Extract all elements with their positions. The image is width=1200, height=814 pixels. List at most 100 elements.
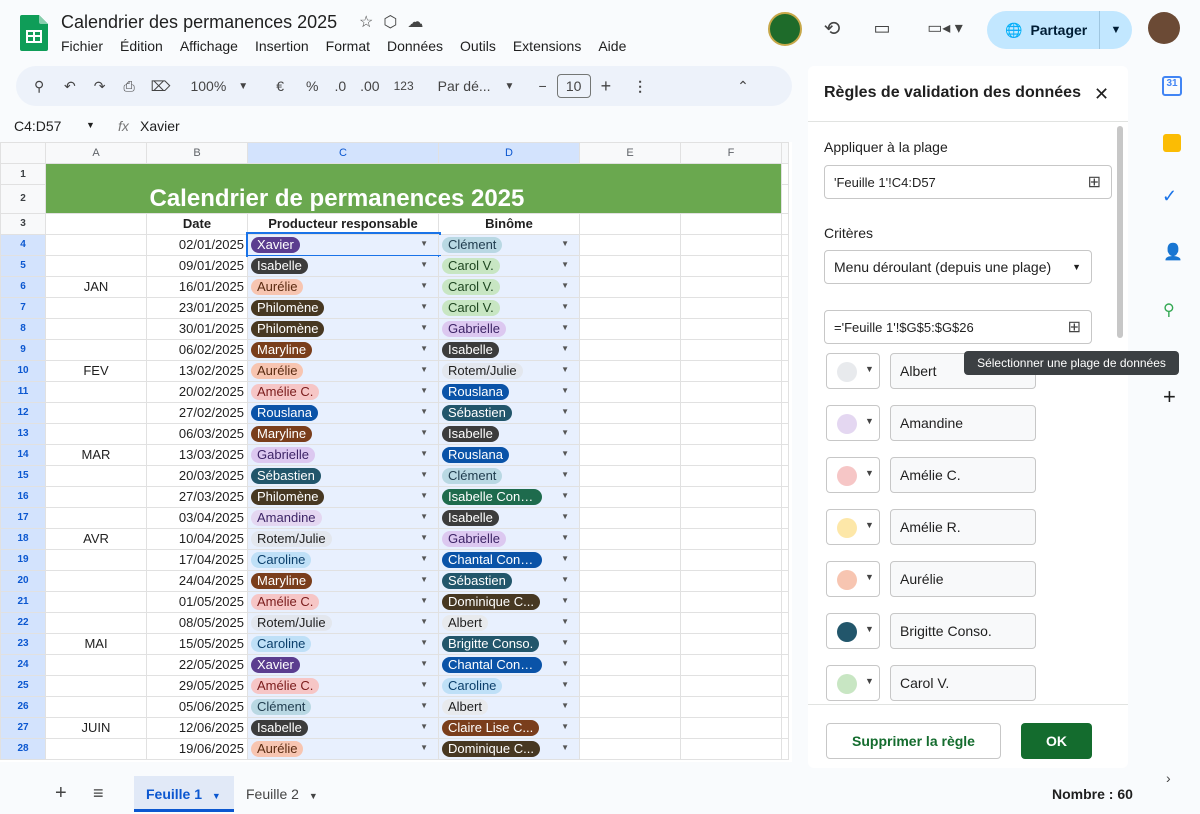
producer-cell[interactable]: Clément ▼ [247, 695, 439, 718]
producer-chip[interactable]: Gabrielle [251, 446, 316, 463]
producer-chip[interactable]: Maryline [251, 572, 313, 589]
contacts-icon[interactable]: 👤 [1163, 242, 1183, 262]
binome-chip[interactable]: Carol V. [442, 299, 500, 316]
cell-dropdown-icon[interactable]: ▼ [561, 659, 569, 668]
producer-cell[interactable]: Aurélie ▼ [247, 275, 439, 298]
move-to-folder-icon[interactable]: ⬡ [383, 12, 397, 32]
empty-cell[interactable] [680, 296, 782, 319]
cell-dropdown-icon[interactable]: ▼ [561, 428, 569, 437]
tasks-icon[interactable]: ✓ [1162, 186, 1177, 207]
tab-feuille-1[interactable]: Feuille 1 ▼ [134, 776, 234, 812]
binome-chip[interactable]: Gabrielle [442, 320, 507, 337]
cell-dropdown-icon[interactable]: ▼ [420, 239, 428, 248]
font-select[interactable]: Par dé... [438, 78, 491, 94]
empty-cell[interactable] [579, 464, 681, 487]
empty-cell[interactable] [579, 317, 681, 340]
font-size-minus-icon[interactable]: − [538, 78, 546, 94]
producer-cell[interactable]: Maryline ▼ [247, 422, 439, 445]
month-cell[interactable] [45, 317, 147, 340]
cell-dropdown-icon[interactable]: ▼ [420, 596, 428, 605]
empty-cell[interactable] [579, 653, 681, 676]
empty-cell[interactable] [579, 737, 681, 760]
cell-dropdown-icon[interactable]: ▼ [561, 512, 569, 521]
date-cell[interactable]: 16/01/2025 [146, 275, 248, 298]
date-cell[interactable]: 06/02/2025 [146, 338, 248, 361]
producer-chip[interactable]: Sébastien [251, 467, 321, 484]
video-call-icon[interactable]: ▭◂ ▾ [922, 12, 968, 44]
empty-cell[interactable] [579, 674, 681, 697]
empty-cell[interactable] [680, 422, 782, 445]
keep-icon[interactable] [1163, 134, 1181, 152]
menu-item-4[interactable]: Format [326, 38, 370, 54]
empty-cell[interactable] [680, 359, 782, 382]
close-icon[interactable]: ✕ [1094, 84, 1109, 105]
option-color-picker[interactable]: ▼ [826, 613, 880, 649]
share-dropdown-icon[interactable]: ▼ [1100, 24, 1132, 36]
increase-decimal-button[interactable]: .00 [360, 78, 379, 94]
search-menus-icon[interactable]: ⚲ [34, 78, 50, 95]
name-box-dropdown-icon[interactable]: ▼ [86, 120, 95, 130]
menu-item-7[interactable]: Extensions [513, 38, 581, 54]
font-size-plus-icon[interactable]: + [601, 76, 612, 97]
binome-cell[interactable]: Dominique C... ▼ [438, 737, 580, 760]
producer-chip[interactable]: Rotem/Julie [251, 530, 332, 547]
binome-chip[interactable]: Dominique C... [442, 740, 540, 757]
binome-cell[interactable]: Clément ▼ [438, 233, 580, 256]
sheets-logo-icon[interactable] [20, 15, 48, 51]
cell-dropdown-icon[interactable]: ▼ [561, 386, 569, 395]
empty-cell[interactable] [579, 695, 681, 718]
ok-button[interactable]: OK [1021, 723, 1092, 759]
menu-item-8[interactable]: Aide [598, 38, 626, 54]
producer-cell[interactable]: Aurélie ▼ [247, 359, 439, 382]
cell-dropdown-icon[interactable]: ▼ [420, 281, 428, 290]
cell-dropdown-icon[interactable]: ▼ [561, 344, 569, 353]
cell-dropdown-icon[interactable]: ▼ [561, 323, 569, 332]
option-value-field[interactable]: Aurélie [890, 561, 1036, 597]
cell-dropdown-icon[interactable]: ▼ [420, 533, 428, 542]
document-title[interactable]: Calendrier des permanences 2025 [61, 12, 337, 33]
date-cell[interactable]: 09/01/2025 [146, 254, 248, 277]
binome-cell[interactable]: Albert ▼ [438, 611, 580, 634]
binome-chip[interactable]: Brigitte Conso. [442, 635, 540, 652]
empty-cell[interactable] [579, 443, 681, 466]
cell-dropdown-icon[interactable]: ▼ [561, 491, 569, 500]
cell-dropdown-icon[interactable]: ▼ [561, 617, 569, 626]
producer-chip[interactable]: Clément [251, 698, 312, 715]
empty-cell[interactable] [579, 359, 681, 382]
binome-chip[interactable]: Albert [442, 698, 488, 715]
print-icon[interactable]: ⎙ [123, 78, 134, 95]
producer-chip[interactable]: Maryline [251, 425, 313, 442]
criteria-select[interactable]: Menu déroulant (depuis une plage) ▼ [824, 250, 1092, 284]
month-cell[interactable] [45, 338, 147, 361]
producer-cell[interactable]: Amélie C. ▼ [247, 674, 439, 697]
producer-cell[interactable]: Caroline ▼ [247, 548, 439, 571]
cell-dropdown-icon[interactable]: ▼ [420, 512, 428, 521]
cell-dropdown-icon[interactable]: ▼ [561, 680, 569, 689]
undo-icon[interactable]: ↶ [64, 78, 76, 95]
producer-cell[interactable]: Xavier ▼ [247, 653, 439, 676]
empty-cell[interactable] [680, 275, 782, 298]
cell-dropdown-icon[interactable]: ▼ [561, 302, 569, 311]
producer-cell[interactable]: Xavier ▼ [245, 232, 441, 257]
producer-chip[interactable]: Xavier [251, 656, 300, 673]
cell-dropdown-icon[interactable]: ▼ [561, 722, 569, 731]
binome-cell[interactable]: Gabrielle ▼ [438, 317, 580, 340]
spreadsheet-grid[interactable]: A B C D E F 1 2 Calendrier de permanences 2025 3 D… [0, 142, 792, 762]
criteria-dropdown-icon[interactable]: ▼ [1072, 262, 1081, 272]
date-cell[interactable]: 15/05/2025 [146, 632, 248, 655]
maps-icon[interactable]: ⚲ [1163, 300, 1175, 320]
formula-input[interactable]: Xavier [140, 118, 180, 134]
column-header[interactable]: A [45, 142, 147, 164]
paint-format-icon[interactable]: ⌦ [151, 78, 171, 95]
empty-cell[interactable] [579, 590, 681, 613]
font-size-input[interactable]: 10 [556, 74, 591, 98]
date-cell[interactable]: 06/03/2025 [146, 422, 248, 445]
cell-dropdown-icon[interactable]: ▼ [420, 470, 428, 479]
binome-cell[interactable]: Isabelle ▼ [438, 506, 580, 529]
date-cell[interactable]: 10/04/2025 [146, 527, 248, 550]
select-range-icon[interactable]: ⊞ [1068, 317, 1081, 337]
cell-dropdown-icon[interactable]: ▼ [420, 743, 428, 752]
cell-dropdown-icon[interactable]: ▼ [420, 659, 428, 668]
binome-cell[interactable]: Isabelle ▼ [438, 422, 580, 445]
binome-chip[interactable]: Clément [442, 236, 503, 253]
